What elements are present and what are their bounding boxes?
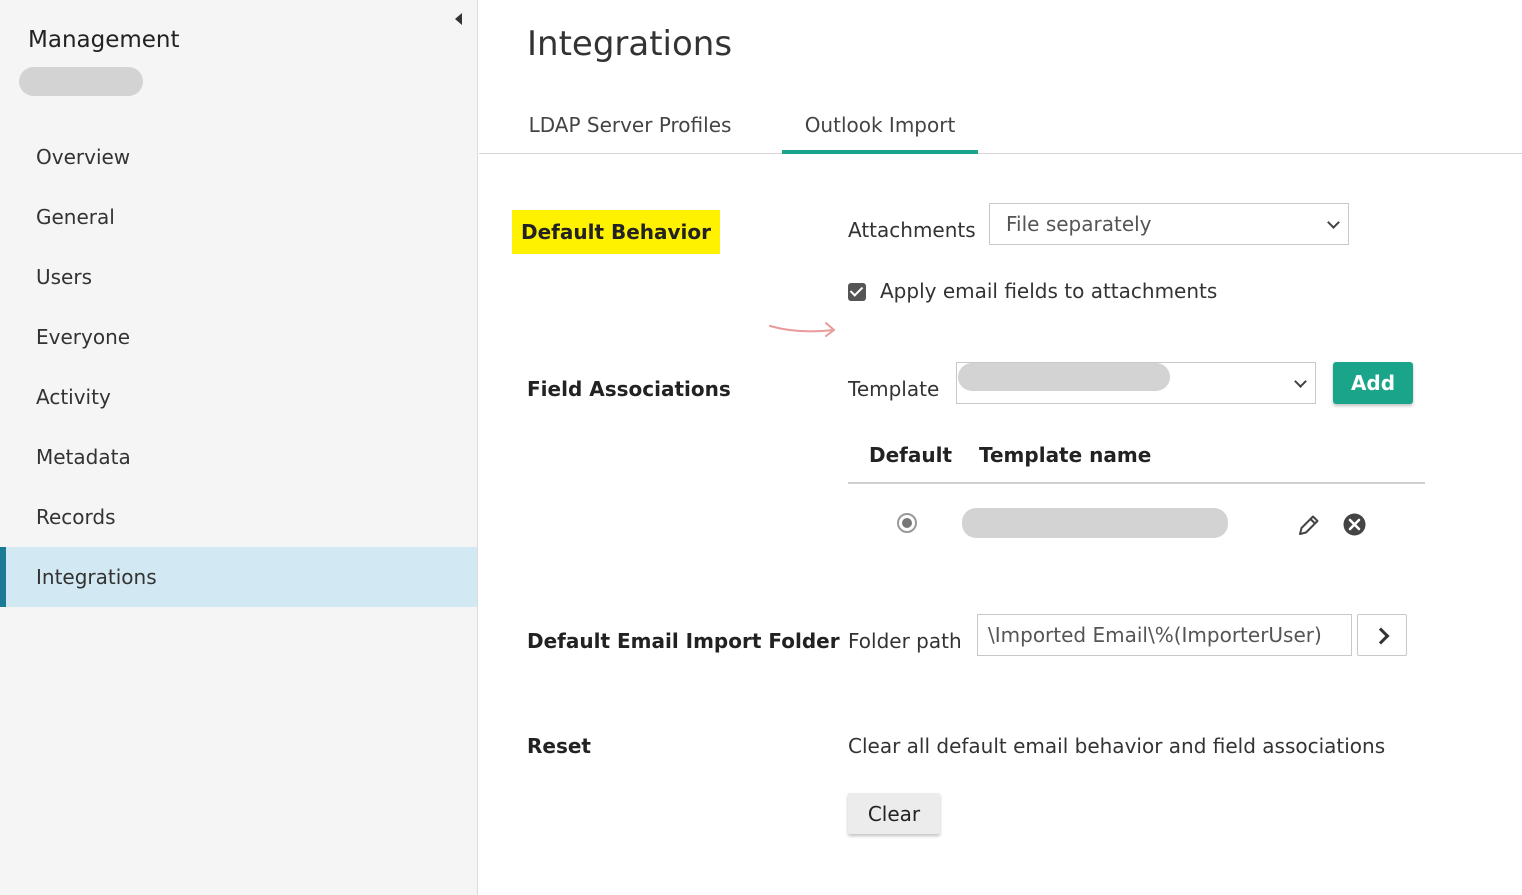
reset-description: Clear all default email behavior and fie… <box>848 734 1386 758</box>
clear-button[interactable]: Clear <box>848 793 940 834</box>
sidebar-item-activity[interactable]: Activity <box>0 367 477 427</box>
edit-pencil-icon[interactable] <box>1296 512 1322 538</box>
folder-path-label: Folder path <box>848 629 962 653</box>
sidebar-item-metadata[interactable]: Metadata <box>0 427 477 487</box>
redacted-template-name <box>962 508 1228 538</box>
browse-folder-chevron-right-icon[interactable] <box>1357 614 1407 656</box>
redacted-account-name <box>19 67 143 96</box>
remove-circle-x-icon[interactable] <box>1342 512 1367 537</box>
tab-outlook-import[interactable]: Outlook Import <box>782 100 978 154</box>
collapse-sidebar-icon[interactable] <box>452 11 466 27</box>
field-associations-heading: Field Associations <box>527 377 731 401</box>
page-title: Integrations <box>527 24 733 64</box>
sidebar-title: Management <box>28 27 180 53</box>
sidebar-nav: Overview General Users Everyone Activity… <box>0 127 477 607</box>
add-template-button[interactable]: Add <box>1333 362 1413 404</box>
redacted-template-value <box>958 363 1170 391</box>
sidebar-item-integrations[interactable]: Integrations <box>0 547 477 607</box>
annotation-arrow-icon <box>769 322 835 337</box>
table-header-divider <box>848 482 1425 484</box>
attachments-select[interactable]: File separately <box>989 203 1349 245</box>
apply-email-fields-checkbox[interactable] <box>848 283 866 301</box>
reset-heading: Reset <box>527 734 591 758</box>
attachments-selected-value: File separately <box>1006 212 1152 236</box>
chevron-down-icon <box>1294 375 1307 388</box>
tab-ldap-server-profiles[interactable]: LDAP Server Profiles <box>521 100 739 154</box>
chevron-down-icon <box>1327 216 1340 229</box>
apply-email-fields-label: Apply email fields to attachments <box>880 279 1218 303</box>
sidebar-item-users[interactable]: Users <box>0 247 477 307</box>
column-header-default: Default <box>869 443 953 467</box>
default-template-radio[interactable] <box>897 513 917 533</box>
attachments-label: Attachments <box>848 218 976 242</box>
import-folder-heading: Default Email Import Folder <box>527 629 840 653</box>
folder-path-field[interactable]: \Imported Email\%(ImporterUser) <box>977 614 1352 656</box>
sidebar-item-general[interactable]: General <box>0 187 477 247</box>
default-behavior-heading: Default Behavior <box>512 210 721 254</box>
sidebar-item-everyone[interactable]: Everyone <box>0 307 477 367</box>
tab-bar: LDAP Server Profiles Outlook Import <box>479 100 1522 154</box>
sidebar-item-records[interactable]: Records <box>0 487 477 547</box>
sidebar: Management Overview General Users Everyo… <box>0 0 478 895</box>
column-header-template-name: Template name <box>979 443 1152 467</box>
sidebar-item-overview[interactable]: Overview <box>0 127 477 187</box>
template-label: Template <box>848 377 940 401</box>
